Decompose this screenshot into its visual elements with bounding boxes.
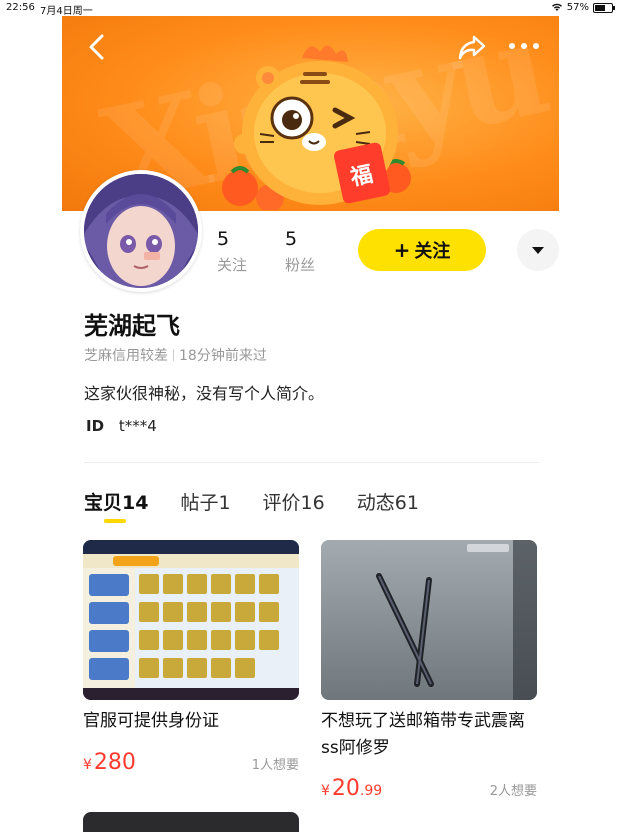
divider bbox=[84, 462, 539, 463]
battery-percent: 57% bbox=[566, 2, 589, 13]
status-time: 22:56 bbox=[6, 2, 35, 13]
share-icon bbox=[458, 35, 486, 60]
chevron-down-icon bbox=[532, 247, 544, 254]
following-label: 关注 bbox=[217, 256, 248, 274]
fans-label: 粉丝 bbox=[285, 256, 316, 274]
want-count: 1人想要 bbox=[251, 758, 299, 773]
user-id: ID t***4 bbox=[86, 417, 157, 435]
product-title: 官服可提供身份证 bbox=[83, 711, 219, 731]
avatar[interactable] bbox=[80, 170, 202, 292]
follow-button-label: 关注 bbox=[414, 241, 451, 262]
avatar-image bbox=[84, 174, 198, 288]
status-right: 57% bbox=[551, 2, 615, 13]
product-title: 不想玩了送邮箱带专武震离ss阿修罗 bbox=[321, 711, 525, 758]
back-icon bbox=[89, 34, 104, 60]
user-id-value: t***4 bbox=[118, 417, 157, 435]
follow-button[interactable]: + 关注 bbox=[358, 229, 486, 271]
following-number: 5 bbox=[217, 228, 230, 250]
plus-icon: + bbox=[393, 238, 411, 262]
product-card[interactable]: 不想玩了送邮箱带专武震离ss阿修罗 ¥ 20 .99 2人想要 bbox=[321, 540, 537, 801]
product-price: ¥ 20 .99 bbox=[321, 776, 383, 801]
price-row: ¥ 20 .99 2人想要 bbox=[321, 776, 537, 801]
product-card[interactable]: 官服可提供身份证 ¥ 280 1人想要 bbox=[83, 540, 299, 775]
status-bar: 22:56 7月4日周一 57% bbox=[0, 0, 621, 17]
product-price: ¥ 280 bbox=[83, 750, 136, 775]
tab-activity[interactable]: 动态61 bbox=[357, 488, 419, 515]
last-active: 18分钟前来过 bbox=[179, 348, 267, 364]
more-options-dropdown[interactable] bbox=[517, 229, 559, 271]
product-card-partial[interactable] bbox=[83, 812, 299, 832]
back-button[interactable] bbox=[82, 30, 112, 64]
battery-icon bbox=[593, 2, 615, 13]
status-date: 7月4日周一 bbox=[40, 6, 93, 17]
product-image bbox=[321, 540, 537, 700]
credit-status[interactable]: 芝麻信用较差 bbox=[84, 345, 168, 365]
more-icon bbox=[509, 43, 539, 49]
fans-count[interactable]: 5 粉丝 bbox=[285, 228, 315, 275]
fans-number: 5 bbox=[285, 228, 298, 250]
profile-page: Xianyu bbox=[62, 16, 559, 832]
active-tab-indicator bbox=[104, 519, 126, 523]
user-meta: 芝麻信用较差 18分钟前来过 bbox=[84, 345, 267, 365]
profile-counts: 5 关注 5 粉丝 bbox=[217, 228, 315, 275]
tab-reviews[interactable]: 评价16 bbox=[263, 488, 325, 515]
product-image bbox=[83, 540, 299, 700]
want-count: 2人想要 bbox=[489, 784, 537, 799]
nickname: 芜湖起飞 bbox=[84, 312, 180, 340]
wifi-icon bbox=[551, 3, 562, 11]
share-button[interactable] bbox=[456, 32, 488, 62]
meta-divider bbox=[173, 349, 174, 361]
tab-posts[interactable]: 帖子1 bbox=[180, 488, 230, 515]
price-row: ¥ 280 1人想要 bbox=[83, 750, 299, 775]
profile-tabs: 宝贝14 帖子1 评价16 动态61 bbox=[84, 488, 419, 515]
following-count[interactable]: 5 关注 bbox=[217, 228, 247, 275]
tiger-mascot-image: 福 bbox=[222, 45, 411, 210]
user-id-label: ID bbox=[86, 417, 105, 435]
tab-items[interactable]: 宝贝14 bbox=[84, 488, 148, 515]
bio: 这家伙很神秘，没有写个人简介。 bbox=[84, 384, 325, 403]
more-button[interactable] bbox=[507, 36, 541, 56]
